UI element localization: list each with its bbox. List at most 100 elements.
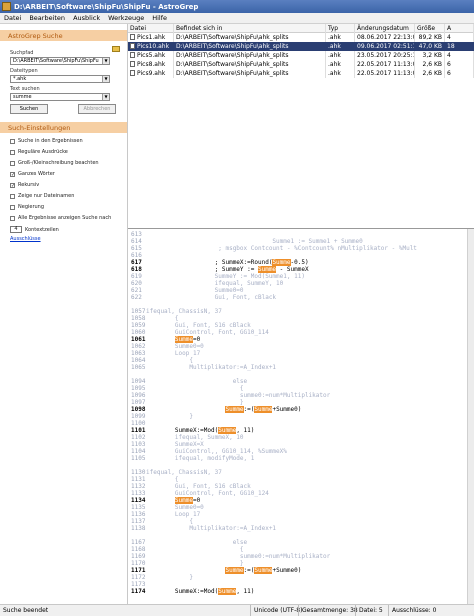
search-text-combobox[interactable]: summe ▼: [10, 93, 110, 101]
option-whole-words[interactable]: ✓ Ganzes Wörter: [10, 171, 55, 177]
code-segment: ifequal, modifyMode, 1: [146, 455, 255, 462]
checkbox-checked[interactable]: ✓: [10, 171, 15, 177]
code-segment: GuiControl,, GG10_114, %SummeX%: [146, 448, 287, 455]
option-recursive[interactable]: ✓ Rekursiv: [10, 182, 39, 188]
cancel-button[interactable]: Abbrechen: [78, 104, 116, 114]
file-preview[interactable]: 613 614 Summe1 := Summe1 + Summe0 615 ; ms…: [128, 229, 474, 604]
code-line: 1065 Multiplikator:=A_Index+1: [128, 364, 276, 372]
code-segment: }: [146, 413, 193, 420]
context-lines-stepper[interactable]: 4: [10, 226, 22, 233]
option-negation[interactable]: Negierung: [10, 204, 44, 210]
option-search-in-results[interactable]: Suche in den Ergebnissen: [10, 138, 83, 144]
match-highlight: Summe: [254, 406, 273, 413]
column-header-size[interactable]: Größe: [415, 24, 445, 33]
search-sidebar: AstroGrep Suche Suchpfad D:\ARBEIT\Softw…: [0, 24, 128, 604]
code-text: ifequal, ChassisN, 37: [146, 469, 222, 476]
table-row[interactable]: Pics1.ahk D:\ARBEIT\Software\ShipFu\ahk_…: [128, 33, 474, 42]
option-case-sensitive[interactable]: Groß-/Kleinschreibung beachten: [10, 160, 99, 166]
status-message: Suche beendet: [3, 607, 49, 614]
chevron-down-icon[interactable]: ▼: [102, 58, 109, 64]
file-icon: [130, 34, 135, 40]
code-text: Gui, Font, S16 cBlack: [146, 322, 251, 329]
code-segment: =0: [192, 497, 201, 504]
results-list: Datei Befindet sich in Typ Änderungsdatu…: [128, 24, 474, 229]
option-show-all-results[interactable]: Alle Ergebnisse anzeigen Suche nach: [10, 215, 111, 221]
checkbox[interactable]: [10, 138, 15, 144]
file-types-combobox[interactable]: *.ahk ▼: [10, 75, 110, 83]
exclusions-link[interactable]: Ausschlüsse: [10, 236, 41, 242]
search-panel-header[interactable]: AstroGrep Suche: [0, 30, 127, 41]
code-text: ; SummeX:=Round(Summe-0.5): [146, 259, 309, 266]
match-highlight: Summe: [174, 497, 193, 504]
checkbox[interactable]: [10, 193, 15, 199]
column-header-file[interactable]: Datei: [128, 24, 174, 33]
code-text: Loop 17: [146, 350, 200, 357]
code-segment: Multiplikator:=A_Index+1: [146, 525, 277, 532]
code-text: SummeX=X: [146, 441, 204, 448]
vertical-scrollbar[interactable]: [467, 229, 474, 604]
path-label: Suchpfad: [10, 50, 34, 56]
checkbox[interactable]: [10, 204, 15, 210]
table-row[interactable]: Pics9.ahk D:\ARBEIT\Software\ShipFu\ahk_…: [128, 69, 474, 78]
code-text: GuiControl, Font, GG10_114: [146, 329, 269, 336]
folder-browse-icon[interactable]: [112, 46, 120, 52]
code-text: Summe0=0: [146, 343, 204, 350]
checkbox[interactable]: [10, 215, 15, 221]
code-segment: ifequal, SummeX, 10: [146, 434, 244, 441]
match-highlight: Summe: [174, 336, 193, 343]
results-header: Datei Befindet sich in Typ Änderungsdatu…: [128, 24, 474, 33]
code-text: ifequal, SummeX, 10: [146, 434, 244, 441]
code-line: 615 ; msgbox Contcount - %Contcount% nMu…: [128, 245, 417, 253]
code-line: 1174 SummeX:=Mod(Summe, 11): [128, 588, 254, 596]
column-header-count[interactable]: A: [445, 24, 474, 33]
menu-hilfe[interactable]: Hilfe: [148, 14, 171, 22]
code-segment: , 11): [236, 427, 255, 434]
options-panel-header[interactable]: Such-Einstellungen: [0, 122, 127, 133]
code-text: ifequal, ChassisN, 37: [146, 308, 222, 315]
code-segment: {: [146, 546, 244, 553]
code-text: Summe:=(Summe+Summe0): [146, 406, 301, 413]
code-segment: Loop 17: [146, 350, 201, 357]
option-filenames-only[interactable]: Zeige nur Dateinamen: [10, 193, 74, 199]
code-text: ifequal, modifyMode, 1: [146, 455, 254, 462]
code-text: Gui, Font, S16 cBlack: [146, 483, 251, 490]
code-segment: {: [146, 476, 179, 483]
code-segment: , 11): [236, 588, 255, 595]
code-text: SummeY := Mod(Summe1, 11): [146, 273, 305, 280]
search-button[interactable]: Suchen: [10, 104, 48, 114]
code-segment: }: [146, 399, 244, 406]
code-text: {: [146, 385, 244, 392]
code-text: Summe1 := Summe1 + Summe0: [146, 238, 362, 245]
checkbox-checked[interactable]: ✓: [10, 182, 15, 188]
search-text-label: Text suchen: [10, 86, 40, 92]
menu-ausblick[interactable]: Ausblick: [69, 14, 104, 22]
code-text: else: [146, 539, 247, 546]
chevron-down-icon[interactable]: ▼: [102, 76, 109, 82]
menu-werkzeuge[interactable]: Werkzeuge: [104, 14, 148, 22]
code-segment: GuiControl, Font, GG10_124: [146, 490, 269, 497]
table-row[interactable]: Pics8.ahk D:\ARBEIT\Software\ShipFu\ahk_…: [128, 60, 474, 69]
column-header-date[interactable]: Änderungsdatum: [355, 24, 415, 33]
checkbox[interactable]: [10, 149, 15, 155]
option-regex[interactable]: Reguläre Ausdrücke: [10, 149, 68, 155]
column-header-path[interactable]: Befindet sich in: [174, 24, 326, 33]
code-text: ; SummeY := Summe - SummeX: [146, 266, 309, 273]
code-segment: Summe0=0: [146, 343, 204, 350]
match-highlight: Summe: [225, 567, 244, 574]
code-text: else: [146, 378, 247, 385]
chevron-down-icon[interactable]: ▼: [102, 94, 109, 100]
table-row[interactable]: Pics5.ahk D:\ARBEIT\Software\ShipFu\ahk_…: [128, 51, 474, 60]
status-files: Datei: 5: [355, 605, 383, 616]
code-text: GuiControl,, GG10_114, %SummeX%: [146, 448, 287, 455]
file-icon: [130, 43, 135, 49]
code-text: {: [146, 357, 193, 364]
search-path-combobox[interactable]: D:\ARBEIT\Software\ShipFu\ShipFu ▼: [10, 57, 110, 65]
menu-bearbeiten[interactable]: Bearbeiten: [25, 14, 69, 22]
match-highlight: Summe: [218, 427, 237, 434]
column-header-type[interactable]: Typ: [326, 24, 355, 33]
checkbox[interactable]: [10, 160, 15, 166]
table-row-selected[interactable]: Pics10.ahk D:\ARBEIT\Software\ShipFu\ahk…: [128, 42, 474, 51]
menu-datei[interactable]: Datei: [0, 14, 25, 22]
line-number: 1174: [131, 588, 146, 595]
